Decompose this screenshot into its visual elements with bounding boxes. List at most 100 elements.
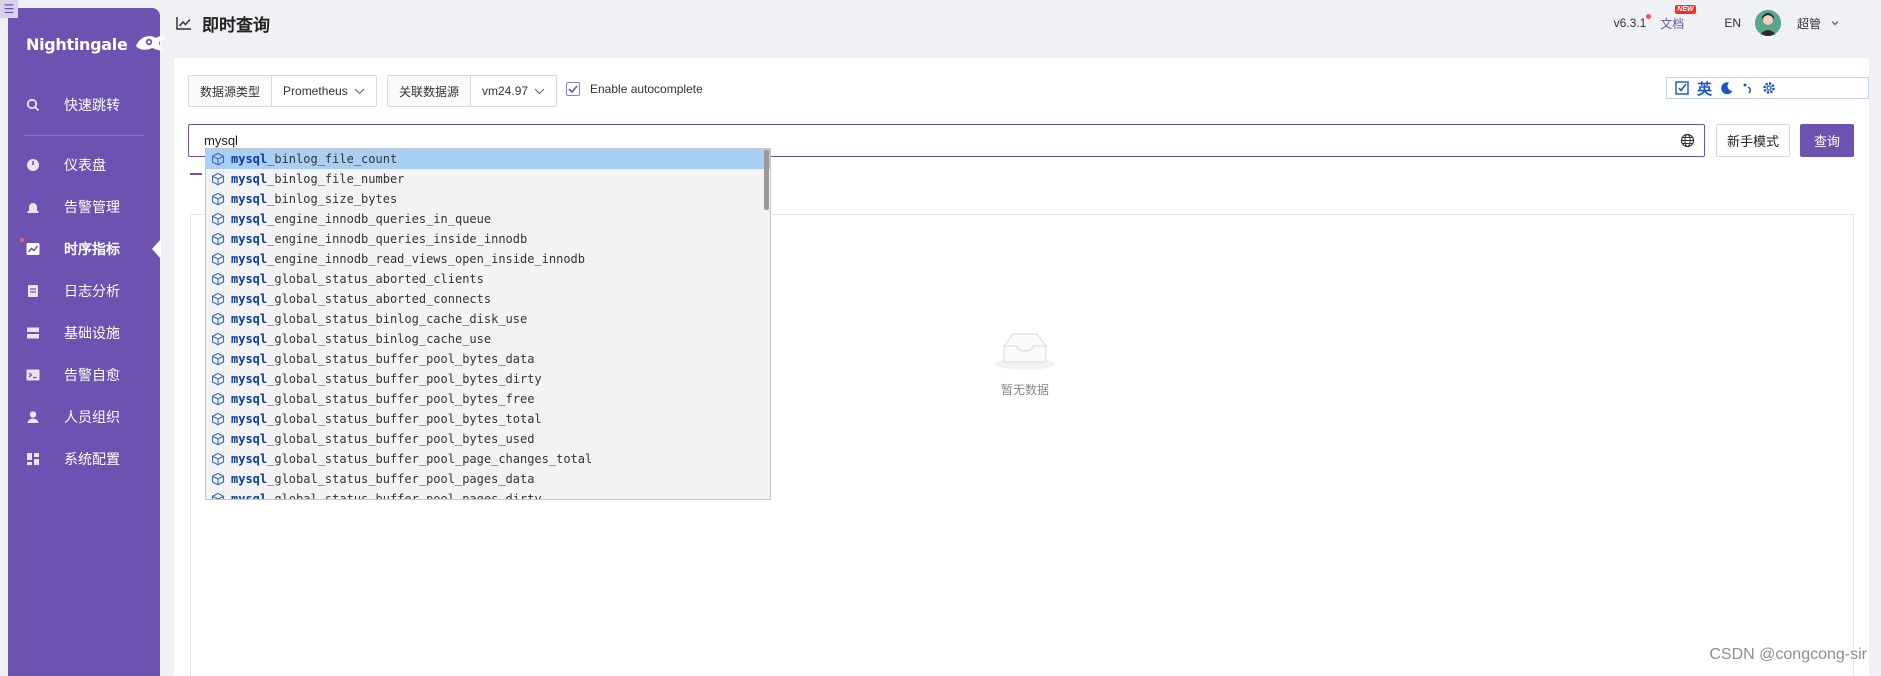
suggestion-match: mysql: [231, 372, 268, 386]
empty-text: 暂无数据: [1000, 383, 1049, 397]
server-icon: [25, 325, 41, 341]
suggestion-item[interactable]: mysql _global_status_buffer_pool_bytes_to…: [206, 409, 770, 429]
suggestion-rest: _global_status_buffer_pool_bytes_data: [267, 352, 535, 366]
suggestion-match: mysql: [231, 272, 268, 286]
suggestion-match: mysql: [231, 412, 268, 426]
notification-dot: [20, 238, 24, 242]
metric-cube-icon: [211, 392, 225, 406]
datasource-select[interactable]: 关联数据源 vm24.97: [387, 75, 558, 107]
suggestion-item[interactable]: mysql _global_status_binlog_cache_use: [206, 329, 770, 349]
suggestion-item[interactable]: mysql _global_status_buffer_pool_bytes_da…: [206, 349, 770, 369]
globe-icon[interactable]: [1680, 133, 1695, 148]
suggestion-match: mysql: [231, 392, 268, 406]
suggestion-item[interactable]: mysql _global_status_buffer_pool_pages_da…: [206, 469, 770, 489]
suggestion-rest: _global_status_buffer_pool_bytes_used: [267, 432, 535, 446]
avatar[interactable]: [1754, 10, 1781, 36]
ime-toolbar: 英: [1666, 77, 1869, 99]
checkmark-icon: [568, 85, 578, 93]
metric-cube-icon: [211, 472, 225, 486]
empty-inbox-icon: [995, 333, 1055, 370]
moon-icon[interactable]: [1720, 81, 1734, 95]
metric-cube-icon: [211, 432, 225, 446]
sidebar-item-logs[interactable]: 日志分析: [8, 270, 160, 312]
suggestion-item[interactable]: mysql _engine_innodb_queries_in_queue: [206, 209, 770, 229]
username[interactable]: 超管: [1797, 15, 1821, 32]
suggestion-rest: _binlog_size_bytes: [267, 192, 398, 206]
suggestion-match: mysql: [231, 292, 268, 306]
sidebar-item-infrastructure[interactable]: 基础设施: [8, 312, 160, 354]
metric-cube-icon: [211, 352, 225, 366]
metric-cube-icon: [211, 152, 225, 166]
language-switch[interactable]: EN: [1724, 16, 1741, 30]
metric-cube-icon: [211, 332, 225, 346]
suggestion-rest: _engine_innodb_queries_in_queue: [267, 212, 492, 226]
datasource-type-text: Prometheus: [283, 84, 348, 98]
suggestion-rest: _engine_innodb_read_views_open_inside_in…: [267, 252, 586, 266]
suggestion-item[interactable]: mysql _global_status_aborted_clients: [206, 269, 770, 289]
sidebar-item-quick-jump[interactable]: 快速跳转: [8, 84, 160, 126]
suggestion-match: mysql: [231, 232, 268, 246]
novice-mode-button[interactable]: 新手模式: [1716, 124, 1790, 157]
sidebar-item-label: 日志分析: [64, 283, 120, 299]
ime-lang-toggle[interactable]: 英: [1697, 78, 1712, 99]
query-button[interactable]: 查询: [1800, 124, 1854, 157]
sidebar-item-label: 仪表盘: [64, 157, 106, 173]
datasource-value[interactable]: vm24.97: [471, 76, 556, 106]
sidebar-nav: 快速跳转 仪表盘 告警管理 时序指标 日志分析 基础设施 告警自愈 人员组织 系…: [8, 84, 161, 480]
suggestion-match: mysql: [231, 172, 268, 186]
gear-icon[interactable]: [1762, 81, 1776, 95]
menu-toggle-icon[interactable]: ☰: [0, 0, 18, 18]
datasource-type-value[interactable]: Prometheus: [272, 76, 376, 106]
datasource-text: vm24.97: [482, 84, 529, 98]
punctuation-icon[interactable]: [1742, 81, 1754, 95]
datasource-label: 关联数据源: [388, 76, 472, 106]
suggestion-item[interactable]: mysql _global_status_buffer_pool_page_cha…: [206, 449, 770, 469]
sidebar-item-alarm[interactable]: 告警管理: [8, 186, 160, 228]
suggestion-item[interactable]: mysql _binlog_size_bytes: [206, 189, 770, 209]
suggestion-rest: _global_status_binlog_cache_disk_use: [267, 312, 528, 326]
sidebar-item-personnel[interactable]: 人员组织: [8, 396, 160, 438]
suggestion-rest: _global_status_aborted_clients: [267, 272, 484, 286]
chart-icon: [25, 241, 41, 257]
chevron-down-icon[interactable]: [1831, 19, 1839, 27]
suggestion-match: mysql: [231, 452, 268, 466]
suggestion-item[interactable]: mysql _global_status_buffer_pool_bytes_fr…: [206, 389, 770, 409]
avatar-image: [1754, 10, 1781, 36]
sidebar-item-self-healing[interactable]: 告警自愈: [8, 354, 160, 396]
dropdown-scrollbar[interactable]: [764, 150, 769, 210]
line-chart-icon: [176, 17, 191, 30]
suggestion-item[interactable]: mysql _global_status_buffer_pool_pages_di…: [206, 489, 770, 499]
metric-cube-icon: [211, 312, 225, 326]
version-label[interactable]: v6.3.1: [1614, 14, 1652, 30]
docs-link[interactable]: 文档 NEW: [1660, 4, 1696, 32]
chevron-down-icon: [534, 88, 545, 94]
sidebar-item-system-config[interactable]: 系统配置: [8, 438, 160, 480]
sidebar-item-label: 告警自愈: [64, 367, 120, 383]
autocomplete-toggle[interactable]: Enable autocomplete: [566, 82, 703, 96]
suggestion-item[interactable]: mysql _global_status_buffer_pool_bytes_di…: [206, 369, 770, 389]
query-text: mysql: [204, 133, 238, 148]
sidebar-item-dashboard[interactable]: 仪表盘: [8, 144, 160, 186]
suggestion-item[interactable]: mysql _global_status_binlog_cache_disk_us…: [206, 309, 770, 329]
brand[interactable]: Nightingale: [26, 32, 166, 56]
suggestion-item[interactable]: mysql _engine_innodb_read_views_open_insi…: [206, 249, 770, 269]
autocomplete-checkbox[interactable]: [566, 82, 580, 96]
suggestion-item[interactable]: mysql _binlog_file_count: [206, 149, 770, 169]
datasource-type-select[interactable]: 数据源类型 Prometheus: [188, 75, 377, 107]
metric-cube-icon: [211, 452, 225, 466]
ime-checkbox-icon[interactable]: [1675, 81, 1689, 95]
page-title: 即时查询: [202, 15, 270, 35]
sidebar-item-metrics[interactable]: 时序指标: [8, 228, 161, 270]
suggestion-item[interactable]: mysql _binlog_file_number: [206, 169, 770, 189]
suggestion-rest: _global_status_buffer_pool_bytes_total: [267, 412, 542, 426]
suggestion-match: mysql: [231, 312, 268, 326]
suggestion-match: mysql: [231, 192, 268, 206]
brand-name: Nightingale: [26, 34, 128, 54]
sidebar-item-label: 快速跳转: [64, 97, 120, 113]
sidebar-item-label: 人员组织: [64, 409, 120, 425]
suggestion-item[interactable]: mysql _engine_innodb_queries_inside_innod…: [206, 229, 770, 249]
datasource-type-label: 数据源类型: [189, 76, 273, 106]
suggestion-item[interactable]: mysql _global_status_aborted_connects: [206, 289, 770, 309]
suggestion-item[interactable]: mysql _global_status_buffer_pool_bytes_us…: [206, 429, 770, 449]
suggestion-rest: _global_status_buffer_pool_bytes_dirty: [267, 372, 542, 386]
